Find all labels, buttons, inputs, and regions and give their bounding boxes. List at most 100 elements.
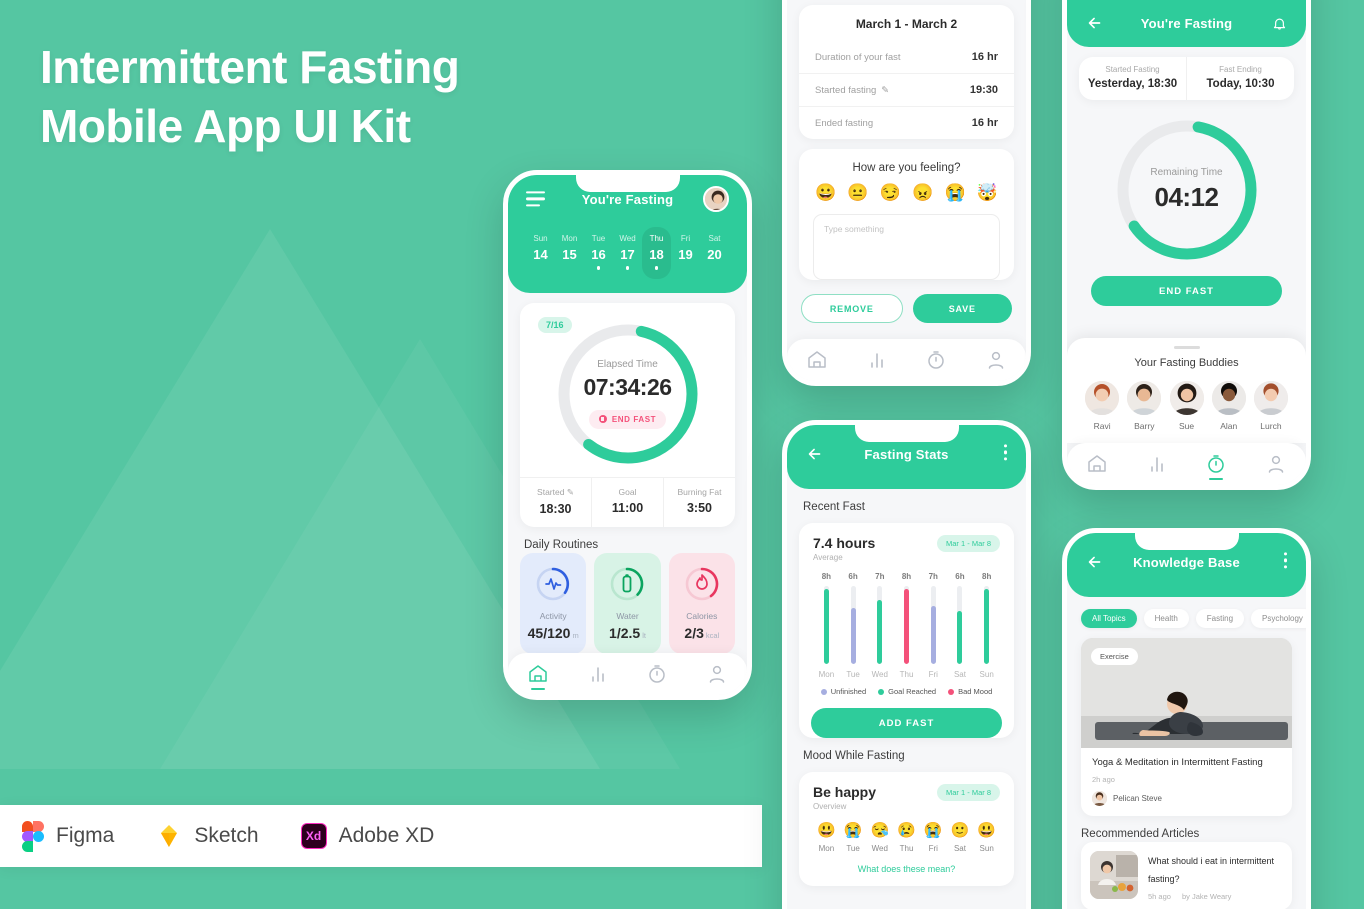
bar-label: 8h: [821, 572, 832, 581]
day-wed[interactable]: Wed 17: [613, 227, 642, 279]
mood-mon[interactable]: 😃 Mon: [813, 821, 840, 853]
edit-pencil-icon[interactable]: ✎: [567, 487, 574, 497]
routine-calories[interactable]: Calories 2/3 kcal: [668, 552, 735, 654]
day-thu-selected[interactable]: Thu 18: [642, 227, 671, 279]
row-started-label: Started fasting: [815, 84, 877, 96]
buddy-barry[interactable]: Barry: [1123, 381, 1165, 431]
routine-calories-label: Calories: [686, 610, 718, 621]
day-mon[interactable]: Mon 15: [555, 227, 584, 279]
routine-activity[interactable]: Activity 45/120 m: [520, 552, 587, 654]
legend-unfinished: Unfinished: [820, 687, 866, 696]
buddy-lurch[interactable]: Lurch: [1250, 381, 1292, 431]
chip-fasting[interactable]: Fasting: [1195, 609, 1245, 628]
nav-home-icon[interactable]: [806, 349, 828, 371]
day-number: 20: [707, 247, 722, 262]
stat-started-value: 18:30: [539, 501, 572, 516]
end-fast-pill-button[interactable]: END FAST: [588, 409, 667, 429]
bar-sat: 6h Sat: [947, 572, 974, 679]
row-duration-label: Duration of your fast: [815, 51, 901, 63]
mood-emoji: 😃: [977, 822, 997, 839]
emoji-option-5[interactable]: 😭: [944, 184, 965, 201]
nav-profile-icon[interactable]: [1265, 453, 1287, 475]
fast-ending-block: Fast Ending Today, 10:30: [1186, 57, 1294, 100]
activity-icon: [534, 565, 572, 603]
chip-psychology[interactable]: Psychology: [1251, 609, 1306, 628]
adobe-xd-icon: Xd: [300, 823, 327, 849]
bell-icon[interactable]: [1271, 15, 1288, 32]
recent-fast-chart-card: 7.4 hours Average Mar 1 - Mar 8 8h Mon 6…: [799, 523, 1014, 738]
emoji-option-2[interactable]: 😐: [847, 184, 868, 201]
tool-sketch[interactable]: Sketch: [156, 824, 259, 848]
emoji-option-3[interactable]: 😏: [880, 184, 901, 201]
featured-article-card[interactable]: Exercise Yoga & Meditation in Intermitte…: [1081, 638, 1292, 816]
home-title: You're Fasting: [581, 191, 674, 207]
sheet-grabber[interactable]: [1173, 346, 1200, 349]
tool-adobe-xd[interactable]: Xd Adobe XD: [300, 823, 434, 849]
chip-health[interactable]: Health: [1143, 609, 1189, 628]
mood-explain-link[interactable]: What does these mean?: [799, 853, 1014, 886]
mood-sat[interactable]: 🙂 Sat: [947, 821, 974, 853]
legend-dot: [948, 688, 955, 695]
day-sat[interactable]: Sat 20: [700, 227, 729, 279]
day-tue[interactable]: Tue 16: [584, 227, 613, 279]
note-textarea[interactable]: Type something: [813, 214, 1000, 280]
emoji-option-4[interactable]: 😠: [912, 184, 933, 201]
mood-sun[interactable]: 😃 Sun: [973, 821, 1000, 853]
edit-bottom-nav: [787, 339, 1026, 381]
nav-home-icon[interactable]: [1086, 453, 1108, 475]
stat-goal-value: 11:00: [611, 500, 644, 515]
routine-water[interactable]: Water 1/2.5 lt: [594, 552, 661, 654]
mood-date-chip[interactable]: Mar 1 - Mar 8: [936, 784, 1000, 801]
row-started-fasting[interactable]: Started fasting ✎ 19:30: [799, 74, 1014, 107]
stat-burning-fat: Burning Fat 3:50: [663, 477, 735, 527]
fast-stats-row: Started ✎ 18:30 Goal 11:00 Burning Fat 3…: [520, 476, 735, 527]
nav-chart-icon[interactable]: [866, 349, 888, 371]
recommended-articles-list: What should i eat in intermittent fastin…: [1067, 841, 1306, 909]
hamburger-icon[interactable]: [526, 191, 545, 207]
back-arrow-icon[interactable]: [805, 444, 825, 464]
nav-profile-icon[interactable]: [706, 663, 728, 685]
add-fast-button[interactable]: ADD FAST: [811, 708, 1002, 738]
save-button[interactable]: SAVE: [912, 294, 1012, 323]
buddy-ravi[interactable]: Ravi: [1081, 381, 1123, 431]
nav-chart-icon[interactable]: [1146, 453, 1168, 475]
tool-figma[interactable]: Figma: [22, 821, 114, 852]
mood-emoji: 😢: [897, 822, 916, 839]
remove-button[interactable]: REMOVE: [801, 294, 903, 323]
edit-pencil-icon[interactable]: ✎: [881, 85, 889, 96]
calories-flame-icon: [683, 565, 721, 603]
buddy-sue[interactable]: Sue: [1165, 381, 1207, 431]
back-arrow-icon[interactable]: [1085, 13, 1105, 33]
nav-home-icon[interactable]: [527, 663, 549, 685]
stat-started[interactable]: Started ✎ 18:30: [520, 478, 591, 527]
more-vertical-icon[interactable]: [1004, 444, 1008, 463]
emoji-option-6[interactable]: 🤯: [977, 184, 998, 201]
nav-timer-icon[interactable]: [1205, 453, 1227, 475]
day-fri[interactable]: Fri 19: [671, 227, 700, 279]
day-sun[interactable]: Sun 14: [526, 227, 555, 279]
nav-profile-icon[interactable]: [985, 349, 1007, 371]
day-number: 18: [649, 247, 664, 262]
nav-timer-icon[interactable]: [646, 663, 668, 685]
nav-chart-icon[interactable]: [587, 663, 609, 685]
bar-day: Sun: [979, 670, 994, 679]
chip-all-topics[interactable]: All Topics: [1081, 609, 1137, 628]
buddy-alan[interactable]: Alan: [1208, 381, 1250, 431]
day-selector[interactable]: Sun 14 Mon 15 Tue 16 Wed 17 Thu 18 Fri 1…: [524, 223, 731, 293]
feeling-title: How are you feeling?: [852, 162, 961, 174]
mood-thu[interactable]: 😢 Thu: [893, 821, 920, 853]
recommended-article-item[interactable]: What should i eat in intermittent fastin…: [1081, 841, 1292, 909]
mood-fri[interactable]: 😭 Fri: [920, 821, 947, 853]
nav-timer-icon[interactable]: [925, 349, 947, 371]
end-fast-button[interactable]: END FAST: [1091, 276, 1282, 306]
more-vertical-icon[interactable]: [1284, 552, 1288, 571]
mood-tue[interactable]: 😭 Tue: [840, 821, 867, 853]
stat-burning-fat-label: Burning Fat: [677, 486, 722, 497]
chart-date-chip[interactable]: Mar 1 - Mar 8: [936, 535, 1000, 552]
user-avatar[interactable]: [703, 186, 729, 212]
emoji-option-1[interactable]: 😀: [815, 184, 836, 201]
day-name: Tue: [591, 234, 606, 243]
fast-window-row: Started Fasting Yesterday, 18:30 Fast En…: [1079, 57, 1294, 100]
back-arrow-icon[interactable]: [1085, 552, 1105, 572]
mood-wed[interactable]: 😪 Wed: [866, 821, 893, 853]
